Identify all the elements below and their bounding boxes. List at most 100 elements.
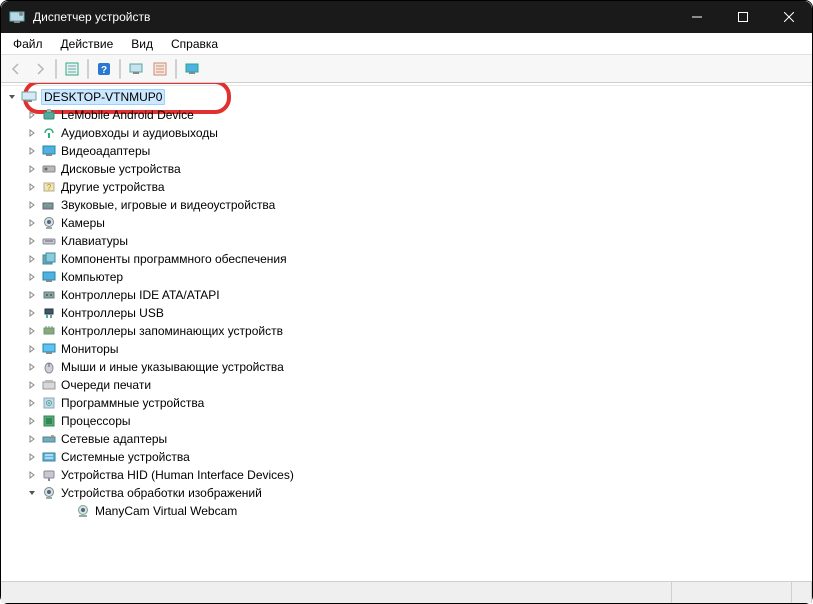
tree-category[interactable]: Видеоадаптеры [1, 142, 812, 160]
tree-category[interactable]: ? Другие устройства [1, 178, 812, 196]
category-label[interactable]: Видеоадаптеры [61, 144, 150, 158]
tree-category[interactable]: Компоненты программного обеспечения [1, 250, 812, 268]
chevron-down-icon[interactable] [25, 486, 39, 500]
toolbar-scan-icon[interactable] [125, 58, 147, 80]
maximize-button[interactable] [720, 1, 766, 33]
device-tree[interactable]: DESKTOP-VTNMUP0 LeMobile Android Device А… [1, 83, 812, 581]
chevron-right-icon[interactable] [25, 378, 39, 392]
tree-category[interactable]: Процессоры [1, 412, 812, 430]
svg-text:?: ? [101, 65, 107, 76]
chevron-right-icon[interactable] [25, 450, 39, 464]
tree-root[interactable]: DESKTOP-VTNMUP0 [1, 88, 812, 106]
category-icon: ? [41, 179, 57, 195]
computer-icon [21, 89, 37, 105]
category-label[interactable]: Очереди печати [61, 378, 151, 392]
chevron-right-icon[interactable] [25, 216, 39, 230]
chevron-right-icon[interactable] [25, 162, 39, 176]
chevron-right-icon[interactable] [25, 306, 39, 320]
tree-category[interactable]: Сетевые адаптеры [1, 430, 812, 448]
category-label[interactable]: Компьютер [61, 270, 123, 284]
chevron-right-icon[interactable] [25, 396, 39, 410]
tree-category[interactable]: Устройства HID (Human Interface Devices) [1, 466, 812, 484]
tree-category[interactable]: Звуковые, игровые и видеоустройства [1, 196, 812, 214]
chevron-right-icon[interactable] [25, 180, 39, 194]
chevron-right-icon[interactable] [25, 468, 39, 482]
chevron-right-icon[interactable] [25, 324, 39, 338]
separator [55, 59, 57, 79]
chevron-right-icon[interactable] [25, 108, 39, 122]
category-label[interactable]: Системные устройства [61, 450, 190, 464]
tree-category[interactable]: Контроллеры USB [1, 304, 812, 322]
tree-category[interactable]: Аудиовходы и аудиовыходы [1, 124, 812, 142]
toolbar-monitor-icon[interactable] [181, 58, 203, 80]
category-label[interactable]: Контроллеры запоминающих устройств [61, 324, 283, 338]
category-label[interactable]: Камеры [61, 216, 105, 230]
category-label[interactable]: Контроллеры USB [61, 306, 164, 320]
category-icon [41, 143, 57, 159]
toolbar-list-icon[interactable] [149, 58, 171, 80]
chevron-right-icon[interactable] [25, 126, 39, 140]
tree-category[interactable]: Очереди печати [1, 376, 812, 394]
status-bar [1, 581, 812, 603]
chevron-right-icon[interactable] [25, 432, 39, 446]
tree-category[interactable]: Дисковые устройства [1, 160, 812, 178]
chevron-right-icon[interactable] [25, 342, 39, 356]
chevron-right-icon[interactable] [25, 288, 39, 302]
category-label[interactable]: Звуковые, игровые и видеоустройства [61, 198, 275, 212]
close-button[interactable] [766, 1, 812, 33]
category-icon [41, 467, 57, 483]
category-label[interactable]: Другие устройства [61, 180, 165, 194]
category-label[interactable]: Аудиовходы и аудиовыходы [61, 126, 218, 140]
category-icon [41, 161, 57, 177]
category-label[interactable]: Контроллеры IDE ATA/ATAPI [61, 288, 220, 302]
menu-action[interactable]: Действие [53, 35, 122, 53]
title-bar: Диспетчер устройств [1, 1, 812, 33]
tree-category[interactable]: Программные устройства [1, 394, 812, 412]
category-label[interactable]: Компоненты программного обеспечения [61, 252, 287, 266]
menu-help[interactable]: Справка [163, 35, 226, 53]
category-label[interactable]: Процессоры [61, 414, 131, 428]
minimize-button[interactable] [674, 1, 720, 33]
tree-leaf-manycam[interactable]: ManyCam Virtual Webcam [1, 502, 812, 520]
toolbar-help-icon[interactable]: ? [93, 58, 115, 80]
tree-category[interactable]: Мониторы [1, 340, 812, 358]
chevron-right-icon[interactable] [25, 252, 39, 266]
tree-category[interactable]: Контроллеры запоминающих устройств [1, 322, 812, 340]
tree-category[interactable]: Устройства обработки изображений [1, 484, 812, 502]
category-icon [41, 431, 57, 447]
category-label[interactable]: Мыши и иные указывающие устройства [61, 360, 284, 374]
category-label[interactable]: Устройства обработки изображений [61, 486, 262, 500]
root-label[interactable]: DESKTOP-VTNMUP0 [41, 89, 165, 105]
chevron-right-icon[interactable] [25, 198, 39, 212]
chevron-down-icon[interactable] [5, 90, 19, 104]
chevron-right-icon[interactable] [25, 234, 39, 248]
chevron-right-icon[interactable] [25, 360, 39, 374]
chevron-right-icon[interactable] [25, 144, 39, 158]
chevron-right-icon[interactable] [25, 270, 39, 284]
category-icon [41, 341, 57, 357]
category-label[interactable]: Устройства HID (Human Interface Devices) [61, 468, 294, 482]
tree-category[interactable]: Клавиатуры [1, 232, 812, 250]
tree-category[interactable]: Камеры [1, 214, 812, 232]
toolbar-view-icon[interactable] [61, 58, 83, 80]
category-label[interactable]: LeMobile Android Device [61, 108, 194, 122]
status-grip [792, 582, 812, 603]
category-label[interactable]: Программные устройства [61, 396, 204, 410]
category-label[interactable]: Мониторы [61, 342, 118, 356]
category-icon [41, 323, 57, 339]
forward-button[interactable] [29, 58, 51, 80]
menu-file[interactable]: Файл [5, 35, 51, 53]
category-label[interactable]: Дисковые устройства [61, 162, 181, 176]
tree-category[interactable]: Системные устройства [1, 448, 812, 466]
tree-category[interactable]: Компьютер [1, 268, 812, 286]
category-label[interactable]: Сетевые адаптеры [61, 432, 167, 446]
tree-category[interactable]: LeMobile Android Device [1, 106, 812, 124]
leaf-label[interactable]: ManyCam Virtual Webcam [95, 504, 237, 518]
category-label[interactable]: Клавиатуры [61, 234, 128, 248]
back-button[interactable] [5, 58, 27, 80]
chevron-right-icon[interactable] [25, 414, 39, 428]
category-icon [41, 485, 57, 501]
tree-category[interactable]: Мыши и иные указывающие устройства [1, 358, 812, 376]
tree-category[interactable]: Контроллеры IDE ATA/ATAPI [1, 286, 812, 304]
menu-view[interactable]: Вид [123, 35, 161, 53]
